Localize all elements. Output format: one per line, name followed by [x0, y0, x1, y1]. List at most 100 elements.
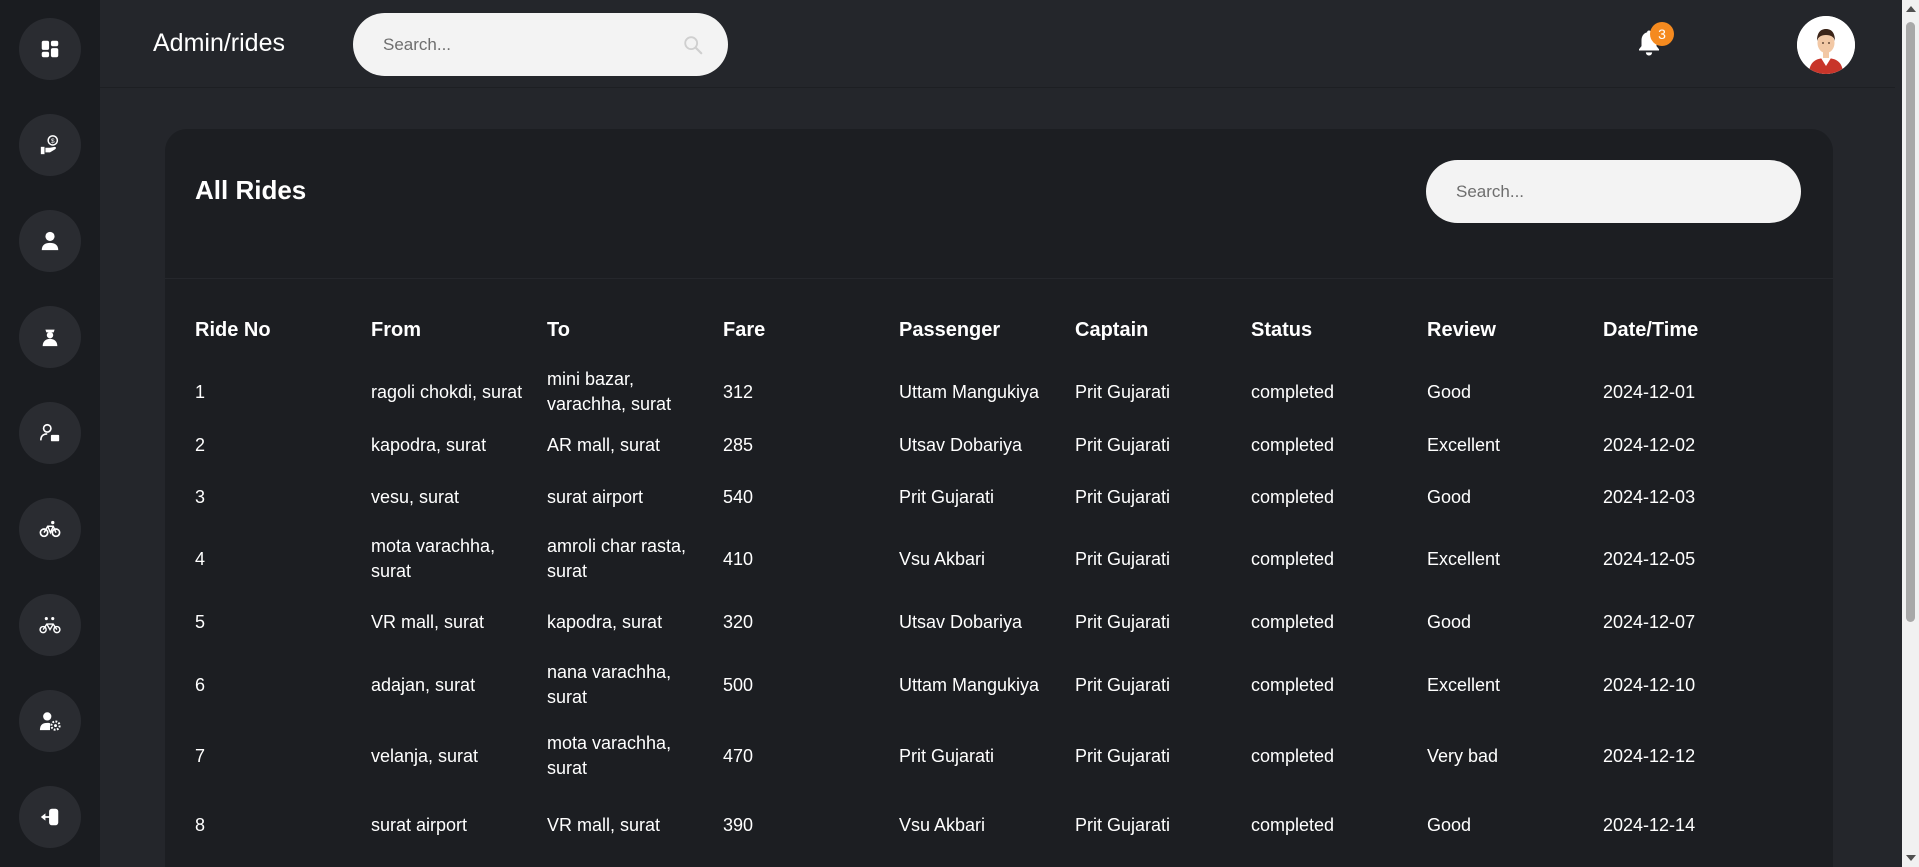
scrollbar[interactable] [1902, 0, 1919, 867]
column-header: Ride No [195, 319, 271, 341]
table-cell: completed [1251, 548, 1335, 569]
table-cell: 2024-12-03 [1603, 486, 1696, 507]
column-header: Date/Time [1603, 319, 1699, 341]
sidebar-item-rides[interactable] [19, 498, 81, 560]
table-row: 8 surat airport VR mall, surat 390 Vsu Akbar… [195, 795, 1795, 855]
table-cell: Prit Gujarati [1075, 486, 1171, 507]
table-row: 3 vesu, surat surat airport 540 Prit Gujarat… [195, 467, 1795, 527]
table-header-row: Ride No From To Fare Passenger Captain Status R… [195, 309, 1795, 352]
header-search-input[interactable] [353, 13, 728, 76]
search-icon[interactable] [682, 34, 704, 56]
table-cell: mota varachha, surat [371, 536, 496, 581]
column-header: From [371, 319, 421, 341]
table-cell: Good [1427, 814, 1472, 835]
rides-search-input[interactable] [1426, 160, 1801, 223]
sidebar-item-users[interactable] [19, 210, 81, 272]
svg-text:$: $ [51, 138, 55, 145]
sidebar-item-payments[interactable]: $ [19, 114, 81, 176]
scroll-up-arrow-icon[interactable] [1906, 6, 1916, 12]
table-row: 4 mota varachha, surat amroli char rasta, … [195, 527, 1795, 591]
scroll-down-arrow-icon[interactable] [1906, 855, 1916, 861]
table-cell: 8 [195, 814, 206, 835]
table-cell: 312 [723, 381, 754, 402]
table-row: 5 VR mall, surat kapodra, surat 320 Utsav Do… [195, 591, 1795, 653]
logout-icon [40, 808, 59, 826]
tandem-bike-icon [39, 617, 61, 634]
table-cell: surat airport [371, 814, 468, 835]
table-cell: Prit Gujarati [1075, 814, 1171, 835]
table-cell: 540 [723, 486, 754, 507]
table-cell: Prit Gujarati [1075, 611, 1171, 632]
bike-icon [39, 520, 61, 538]
table-cell: ragoli chokdi, surat [371, 381, 523, 402]
sidebar-item-logout[interactable] [19, 786, 81, 848]
table-cell: mota varachha, surat [547, 733, 672, 778]
table-cell: Vsu Akbari [899, 814, 986, 835]
notification-badge: 3 [1650, 22, 1674, 46]
table-row: 6 adajan, surat nana varachha, surat 500 Utt… [195, 653, 1795, 717]
table-cell: adajan, surat [371, 674, 476, 695]
table-cell: Prit Gujarati [899, 486, 995, 507]
table-cell: 2024-12-01 [1603, 381, 1696, 402]
table-cell: 390 [723, 814, 754, 835]
table-cell: Good [1427, 381, 1472, 402]
table-cell: 1 [195, 381, 206, 402]
table-cell: Excellent [1427, 548, 1501, 569]
table-cell: Prit Gujarati [1075, 674, 1171, 695]
table-row: 2 kapodra, surat AR mall, surat 285 Utsav Do… [195, 424, 1795, 467]
sidebar-item-shared-rides[interactable] [19, 594, 81, 656]
top-bar: Admin/rides [100, 0, 1895, 88]
table-cell: Vsu Akbari [899, 548, 986, 569]
table-cell: AR mall, surat [547, 435, 661, 455]
sidebar-item-captains[interactable] [19, 306, 81, 368]
table-cell: 6 [195, 674, 206, 695]
sidebar: $ [0, 0, 100, 867]
table-cell: completed [1251, 611, 1335, 632]
column-header: Status [1251, 319, 1313, 341]
table-cell: Excellent [1427, 435, 1501, 455]
table-cell: completed [1251, 814, 1335, 835]
rides-card: All Rides Ride No From To Fare Passenger Capt… [165, 129, 1833, 867]
table-cell: 410 [723, 548, 754, 569]
rides-table: Ride No From To Fare Passenger Captain Status R… [195, 309, 1795, 855]
table-cell: 2 [195, 435, 206, 455]
table-cell: 5 [195, 611, 206, 632]
sidebar-item-user-cards[interactable] [19, 402, 81, 464]
table-cell: 2024-12-10 [1603, 674, 1696, 695]
user-icon [41, 231, 59, 251]
table-cell: kapodra, surat [547, 611, 663, 632]
table-cell: 2024-12-07 [1603, 611, 1696, 632]
table-cell: Very bad [1427, 745, 1499, 766]
table-cell: kapodra, surat [371, 435, 487, 455]
header-search [353, 13, 728, 76]
table-cell: Excellent [1427, 674, 1501, 695]
table-cell: Utsav Dobariya [899, 435, 1023, 455]
table-cell: Prit Gujarati [1075, 745, 1171, 766]
table-cell: 470 [723, 745, 754, 766]
table-cell: VR mall, surat [547, 814, 661, 835]
table-cell: Utsav Dobariya [899, 611, 1023, 632]
table-row: 7 velanja, surat mota varachha, surat 470 Pr… [195, 717, 1795, 795]
table-cell: 320 [723, 611, 754, 632]
table-cell: Prit Gujarati [1075, 381, 1171, 402]
user-settings-icon [39, 712, 61, 731]
column-header: Review [1427, 319, 1496, 341]
table-row: 1 ragoli chokdi, surat mini bazar, varachh… [195, 360, 1795, 424]
dashboard-icon [41, 40, 59, 58]
column-header: Passenger [899, 319, 1001, 341]
scrollbar-thumb[interactable] [1906, 22, 1915, 622]
table-cell: Uttam Mangukiya [899, 674, 1040, 695]
column-header: To [547, 319, 570, 341]
table-cell: completed [1251, 381, 1335, 402]
page-title: All Rides [195, 175, 307, 205]
table-cell: completed [1251, 674, 1335, 695]
table-cell: VR mall, surat [371, 611, 485, 632]
table-cell: 500 [723, 674, 754, 695]
table-cell: Prit Gujarati [1075, 548, 1171, 569]
sidebar-item-user-settings[interactable] [19, 690, 81, 752]
sidebar-item-dashboard[interactable] [19, 18, 81, 80]
breadcrumb: Admin/rides [153, 29, 285, 57]
table-cell: completed [1251, 486, 1335, 507]
avatar[interactable] [1797, 16, 1855, 74]
table-cell: 285 [723, 435, 754, 455]
